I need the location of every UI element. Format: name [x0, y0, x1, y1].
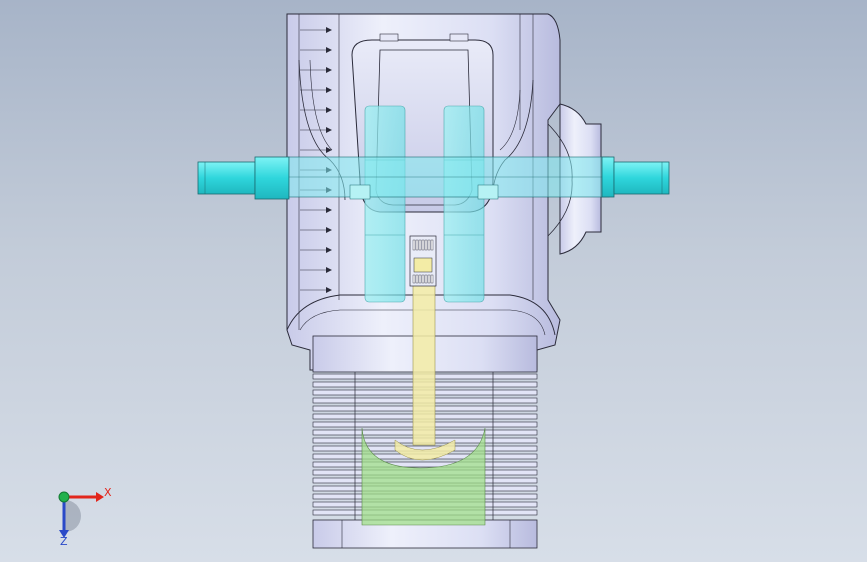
reference-triad: X Z	[58, 486, 112, 548]
cooling-fin	[312, 461, 538, 468]
needle-roller	[421, 274, 425, 284]
needle-roller	[421, 239, 425, 251]
needle-roller	[415, 239, 419, 251]
crankshaft[interactable]	[197, 156, 670, 200]
cad-graphics-viewport[interactable]: X Z	[0, 0, 867, 562]
y-axis-dot	[58, 491, 70, 503]
needle-roller	[427, 239, 431, 251]
x-axis-label: X	[104, 486, 112, 499]
needle-roller	[424, 239, 428, 251]
needle-roller	[412, 239, 416, 251]
needle-roller	[418, 239, 422, 251]
needle-roller	[430, 239, 434, 251]
x-axis-arrowhead	[96, 492, 104, 502]
z-axis-label: Z	[60, 535, 68, 548]
crank-pin-bearing[interactable]	[409, 235, 437, 287]
needle-roller	[412, 274, 416, 284]
needle-roller	[424, 274, 428, 284]
needle-roller	[430, 274, 434, 284]
needle-roller	[415, 274, 419, 284]
needle-roller	[418, 274, 422, 284]
needle-roller	[427, 274, 431, 284]
